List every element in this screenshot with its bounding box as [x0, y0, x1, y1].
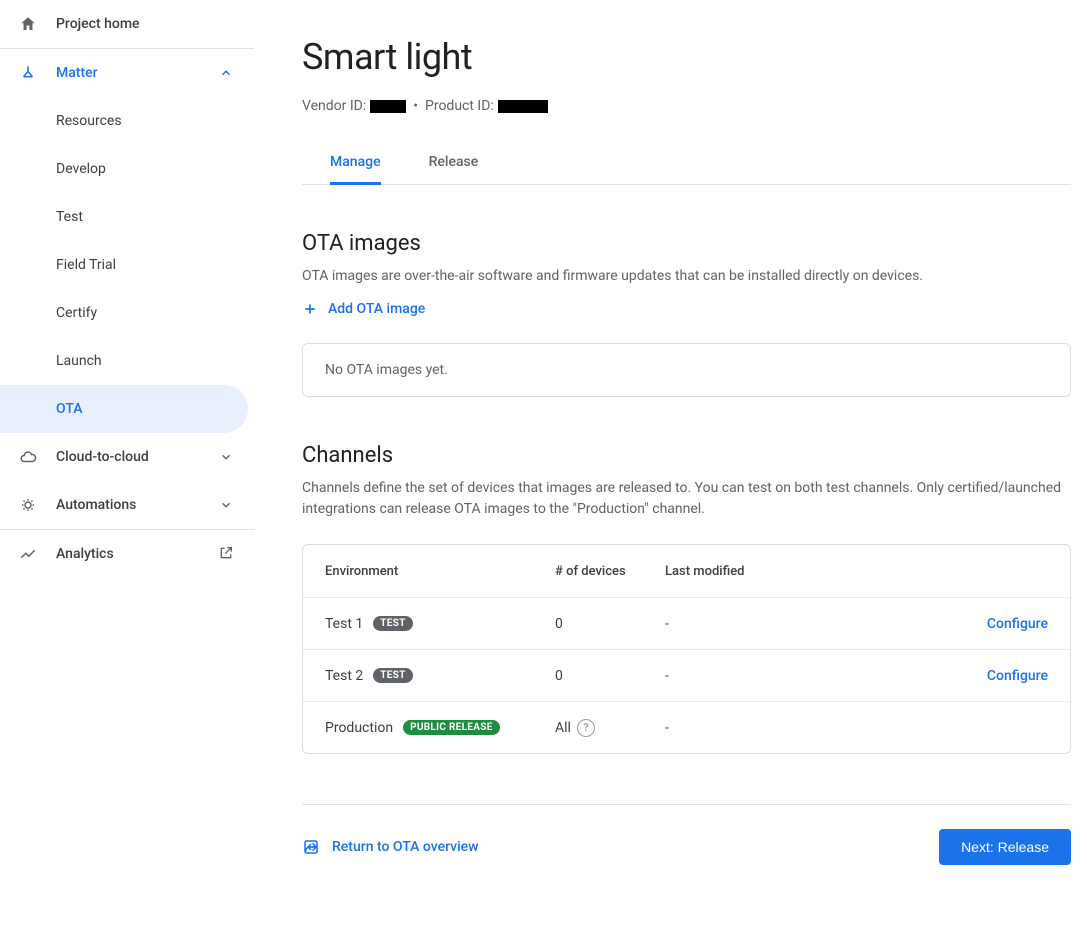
vendor-id-label: Vendor ID: — [302, 98, 366, 114]
devices-count: 0 — [555, 668, 665, 684]
last-modified: - — [665, 668, 928, 684]
sidebar-item-label: Field Trial — [56, 257, 236, 273]
return-label: Return to OTA overview — [332, 839, 479, 855]
configure-link[interactable]: Configure — [928, 616, 1048, 632]
sidebar-item-project-home[interactable]: Project home — [0, 0, 254, 48]
env-name: Test 2 — [325, 668, 363, 684]
chevron-down-icon — [216, 447, 236, 467]
sidebar-group-matter[interactable]: Matter — [0, 49, 254, 97]
page-title: Smart light — [302, 36, 1071, 78]
col-environment: Environment — [325, 564, 555, 579]
sidebar-group-automations[interactable]: Automations — [0, 481, 254, 529]
env-badge: TEST — [373, 616, 412, 631]
sidebar-group-label: Automations — [56, 497, 198, 513]
product-id-label: Product ID: — [425, 98, 494, 114]
sidebar-item-resources[interactable]: Resources — [0, 97, 254, 145]
channels-description: Channels define the set of devices that … — [302, 478, 1071, 520]
sidebar-group-label: Matter — [56, 65, 198, 81]
table-row: Production PUBLIC RELEASE All ? - — [303, 701, 1070, 753]
automations-icon — [18, 495, 38, 515]
sidebar-item-launch[interactable]: Launch — [0, 337, 254, 385]
sidebar: Project home Matter Resources Develop Te… — [0, 0, 254, 933]
content: Smart light Vendor ID: • Product ID: Man… — [254, 0, 1087, 933]
sidebar-item-field-trial[interactable]: Field Trial — [0, 241, 254, 289]
sidebar-group-cloud[interactable]: Cloud-to-cloud — [0, 433, 254, 481]
sidebar-item-label: Launch — [56, 353, 236, 369]
sidebar-item-certify[interactable]: Certify — [0, 289, 254, 337]
table-row: Test 2 TEST 0 - Configure — [303, 649, 1070, 701]
return-icon — [302, 838, 320, 856]
ota-title: OTA images — [302, 231, 1071, 256]
sidebar-item-label: Develop — [56, 161, 236, 177]
sidebar-item-label: OTA — [56, 401, 230, 417]
footer-bar: Return to OTA overview Next: Release — [302, 805, 1071, 865]
channels-title: Channels — [302, 443, 1071, 468]
table-header-row: Environment # of devices Last modified — [303, 545, 1070, 597]
env-name: Test 1 — [325, 616, 363, 632]
cloud-icon — [18, 447, 38, 467]
product-id-value-redacted — [498, 100, 548, 113]
sidebar-group-label: Cloud-to-cloud — [56, 449, 198, 465]
configure-link[interactable]: Configure — [928, 668, 1048, 684]
sidebar-item-develop[interactable]: Develop — [0, 145, 254, 193]
meta-row: Vendor ID: • Product ID: — [302, 98, 1071, 114]
sidebar-item-label: Project home — [56, 16, 236, 32]
help-icon[interactable]: ? — [577, 719, 595, 737]
channels-table: Environment # of devices Last modified T… — [302, 544, 1071, 754]
devices-count: All — [555, 720, 571, 736]
sidebar-item-ota[interactable]: OTA — [0, 385, 248, 433]
chevron-up-icon — [216, 63, 236, 83]
ota-empty-state: No OTA images yet. — [302, 343, 1071, 397]
external-link-icon — [218, 545, 236, 563]
sidebar-item-label: Certify — [56, 305, 236, 321]
matter-icon — [18, 63, 38, 83]
sidebar-item-test[interactable]: Test — [0, 193, 254, 241]
sidebar-item-label: Test — [56, 209, 236, 225]
env-badge: TEST — [373, 668, 412, 683]
add-ota-image-label: Add OTA image — [328, 301, 425, 317]
devices-count: 0 — [555, 616, 665, 632]
sidebar-item-analytics[interactable]: Analytics — [0, 530, 254, 578]
last-modified: - — [665, 720, 928, 736]
return-to-overview-link[interactable]: Return to OTA overview — [302, 838, 479, 856]
add-ota-image-button[interactable]: Add OTA image — [302, 301, 1071, 317]
tabs: Manage Release — [302, 154, 1071, 185]
next-release-button[interactable]: Next: Release — [939, 829, 1071, 865]
col-modified: Last modified — [665, 564, 928, 579]
env-badge: PUBLIC RELEASE — [403, 720, 500, 735]
last-modified: - — [665, 616, 928, 632]
ota-description: OTA images are over-the-air software and… — [302, 266, 1071, 287]
home-icon — [18, 14, 38, 34]
tab-release[interactable]: Release — [429, 154, 479, 185]
sidebar-matter-subitems: Resources Develop Test Field Trial Certi… — [0, 97, 254, 433]
vendor-id-value-redacted — [370, 100, 406, 113]
env-name: Production — [325, 720, 393, 736]
table-row: Test 1 TEST 0 - Configure — [303, 597, 1070, 649]
sidebar-item-label: Analytics — [56, 546, 200, 562]
col-devices: # of devices — [555, 564, 665, 579]
plus-icon — [302, 301, 318, 317]
analytics-icon — [18, 544, 38, 564]
sidebar-item-label: Resources — [56, 113, 236, 129]
meta-separator: • — [413, 98, 418, 114]
chevron-down-icon — [216, 495, 236, 515]
tab-manage[interactable]: Manage — [330, 154, 381, 185]
